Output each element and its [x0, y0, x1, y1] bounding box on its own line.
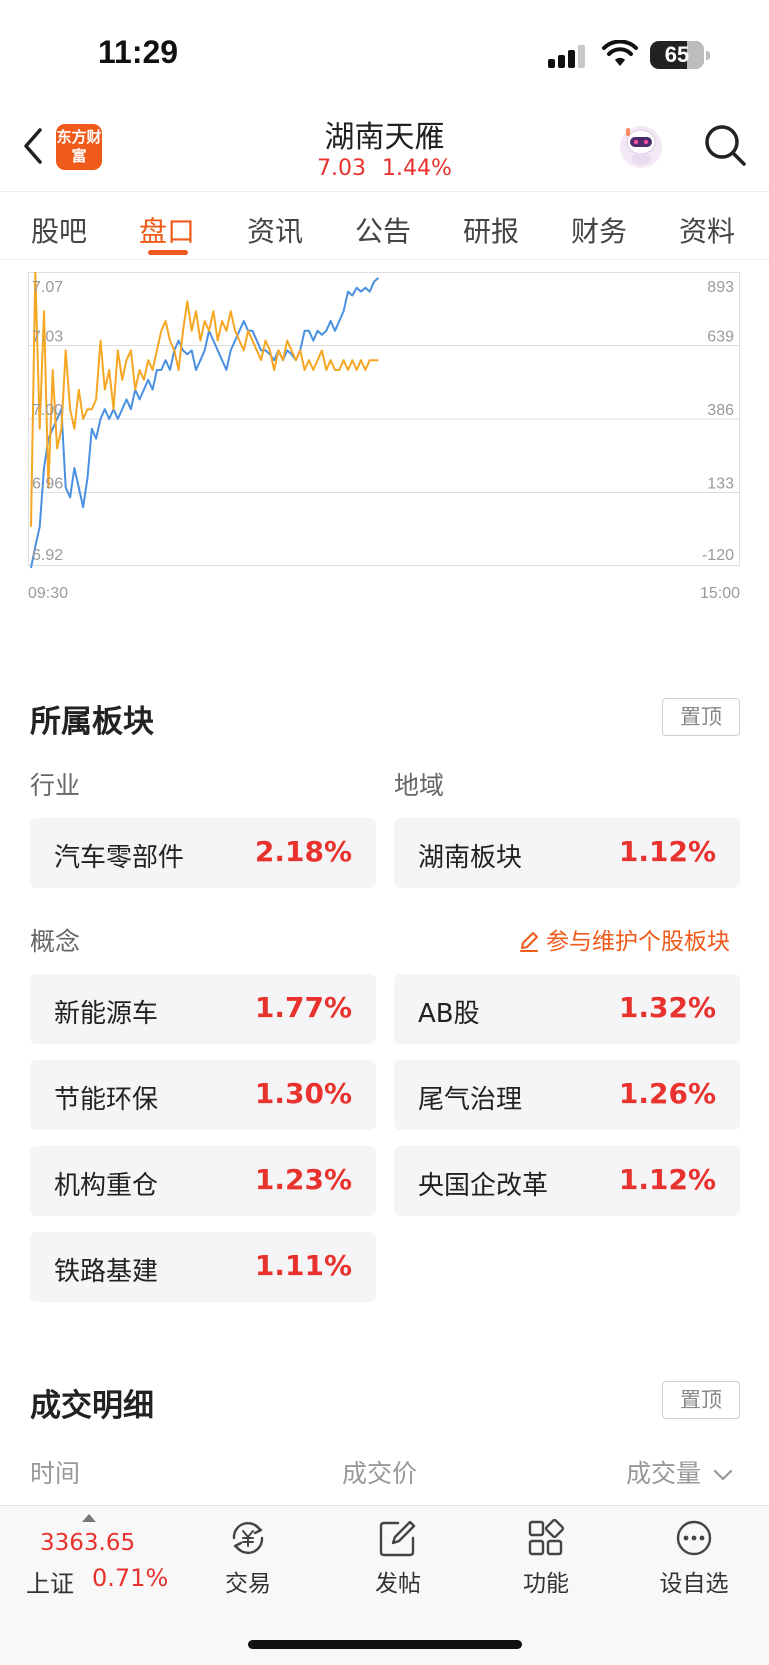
y-tick-label-right: 639: [707, 329, 734, 346]
industry-label: 行业: [30, 771, 81, 800]
compose-icon: [379, 1520, 416, 1557]
y-tick-label-left: 7.00: [32, 402, 63, 419]
index-value[interactable]: 3363.65: [40, 1530, 135, 1556]
x-tick-label: 15:00: [700, 585, 740, 602]
stock-change-pct: 1.44%: [382, 156, 452, 181]
tab-finance[interactable]: 财务: [554, 210, 644, 250]
caret-up-icon[interactable]: [82, 1514, 96, 1522]
sector-name: 节能环保: [54, 1085, 159, 1115]
tab-news[interactable]: 资讯: [230, 210, 320, 250]
nav-add-watchlist[interactable]: 设自选: [644, 1518, 744, 1598]
sector-card-concept[interactable]: 新能源车 1.77%: [30, 974, 376, 1044]
sector-name: 汽车零部件: [54, 843, 185, 873]
sectors-title: 所属板块: [30, 704, 154, 740]
nav-post[interactable]: 发帖: [348, 1518, 448, 1598]
battery-tip: [706, 51, 710, 60]
tab-bar: 股吧 盘口 资讯 公告 研报 财务 资料: [0, 200, 769, 260]
sector-name: 央国企改革: [418, 1171, 549, 1201]
sector-card-concept[interactable]: 机构重仓 1.23%: [30, 1146, 376, 1216]
battery-icon: 65: [650, 41, 704, 69]
sector-name: 新能源车: [54, 999, 159, 1029]
sector-card-industry[interactable]: 汽车零部件 2.18%: [30, 818, 376, 888]
sector-card-concept[interactable]: 尾气治理 1.26%: [394, 1060, 740, 1130]
sectors-pin-button[interactable]: 置顶: [662, 698, 740, 736]
stock-header: 东方财富 湖南天雁 7.03 1.44%: [0, 100, 769, 192]
y-tick-label-left: 7.07: [32, 279, 63, 296]
y-tick-label-left: 7.03: [32, 329, 63, 346]
more-dots-icon: [676, 1520, 712, 1556]
maintain-sectors-label: 参与维护个股板块: [546, 929, 730, 955]
cellular-signal-icon: [548, 42, 590, 68]
home-indicator: [248, 1640, 522, 1649]
sector-card-concept[interactable]: 节能环保 1.30%: [30, 1060, 376, 1130]
concept-label: 概念: [30, 927, 81, 956]
grid-icon: [528, 1518, 565, 1556]
search-icon[interactable]: [702, 122, 748, 168]
sector-change-pct: 1.12%: [618, 1163, 716, 1196]
y-tick-label-left: 6.92: [32, 547, 63, 564]
sector-change-pct: 1.26%: [618, 1077, 716, 1110]
tab-profile[interactable]: 资料: [662, 210, 752, 250]
y-tick-label-right: 133: [707, 476, 734, 493]
sector-name: 机构重仓: [54, 1171, 159, 1201]
column-time: 时间: [30, 1459, 81, 1488]
nav-trade[interactable]: 交易: [198, 1518, 298, 1598]
column-volume[interactable]: 成交量: [626, 1454, 733, 1490]
nav-post-label: 发帖: [375, 1571, 421, 1597]
sector-name: 尾气治理: [418, 1085, 523, 1115]
status-time: 11:29: [98, 34, 179, 70]
sector-change-pct: 1.32%: [618, 991, 716, 1024]
sector-card-region[interactable]: 湖南板块 1.12%: [394, 818, 740, 888]
intraday-chart[interactable]: 7.07 7.03 7.00 6.96 6.92 893 639 386 133 -120 09:3…: [28, 272, 740, 622]
column-price: 成交价: [342, 1459, 418, 1488]
tab-pankou[interactable]: 盘口: [122, 210, 212, 250]
sector-name: 湖南板块: [418, 843, 523, 873]
column-volume-label: 成交量: [626, 1459, 702, 1488]
robot-assistant-icon[interactable]: [618, 124, 664, 170]
status-bar: 11:29 65: [0, 0, 769, 100]
sector-name: 铁路基建: [54, 1257, 159, 1287]
stock-price: 7.03: [317, 156, 367, 181]
maintain-sectors-link[interactable]: 参与维护个股板块: [518, 922, 730, 956]
index-name[interactable]: 上证: [26, 1564, 74, 1599]
wifi-icon: [602, 40, 638, 66]
sector-card-concept[interactable]: 铁路基建 1.11%: [30, 1232, 376, 1302]
sector-name: AB股: [418, 999, 480, 1029]
nav-trade-label: 交易: [225, 1571, 271, 1597]
battery-level: 65: [664, 42, 690, 67]
yen-cycle-icon: [232, 1522, 264, 1554]
y-tick-label-right: 386: [707, 402, 734, 419]
sector-change-pct: 1.11%: [254, 1249, 352, 1282]
intraday-chart-svg: 7.07 7.03 7.00 6.96 6.92 893 639 386 133 -120 09:3…: [28, 272, 740, 602]
region-label: 地域: [394, 771, 445, 800]
y-tick-label-left: 6.96: [32, 476, 63, 493]
sector-change-pct: 1.23%: [254, 1163, 352, 1196]
series-line-avg: [30, 272, 379, 527]
sector-change-pct: 1.12%: [618, 835, 716, 868]
tab-announcements[interactable]: 公告: [338, 210, 428, 250]
nav-add-watchlist-label: 设自选: [659, 1571, 729, 1597]
trades-title: 成交明细: [30, 1388, 154, 1424]
chevron-down-icon: [713, 1469, 733, 1481]
sector-card-concept[interactable]: AB股 1.32%: [394, 974, 740, 1044]
y-tick-label-right: 893: [707, 279, 734, 296]
active-tab-indicator: [148, 250, 188, 255]
tab-guba[interactable]: 股吧: [14, 210, 104, 250]
index-change-pct[interactable]: 0.71%: [92, 1564, 168, 1592]
nav-functions[interactable]: 功能: [496, 1518, 596, 1598]
sector-change-pct: 2.18%: [254, 835, 352, 868]
sector-card-concept[interactable]: 央国企改革 1.12%: [394, 1146, 740, 1216]
tab-research[interactable]: 研报: [446, 210, 536, 250]
y-tick-label-right: -120: [702, 547, 734, 564]
trades-pin-button[interactable]: 置顶: [662, 1381, 740, 1419]
sector-change-pct: 1.30%: [254, 1077, 352, 1110]
x-tick-label: 09:30: [28, 585, 68, 602]
nav-functions-label: 功能: [523, 1571, 569, 1597]
sector-change-pct: 1.77%: [254, 991, 352, 1024]
pencil-icon: [520, 932, 538, 952]
